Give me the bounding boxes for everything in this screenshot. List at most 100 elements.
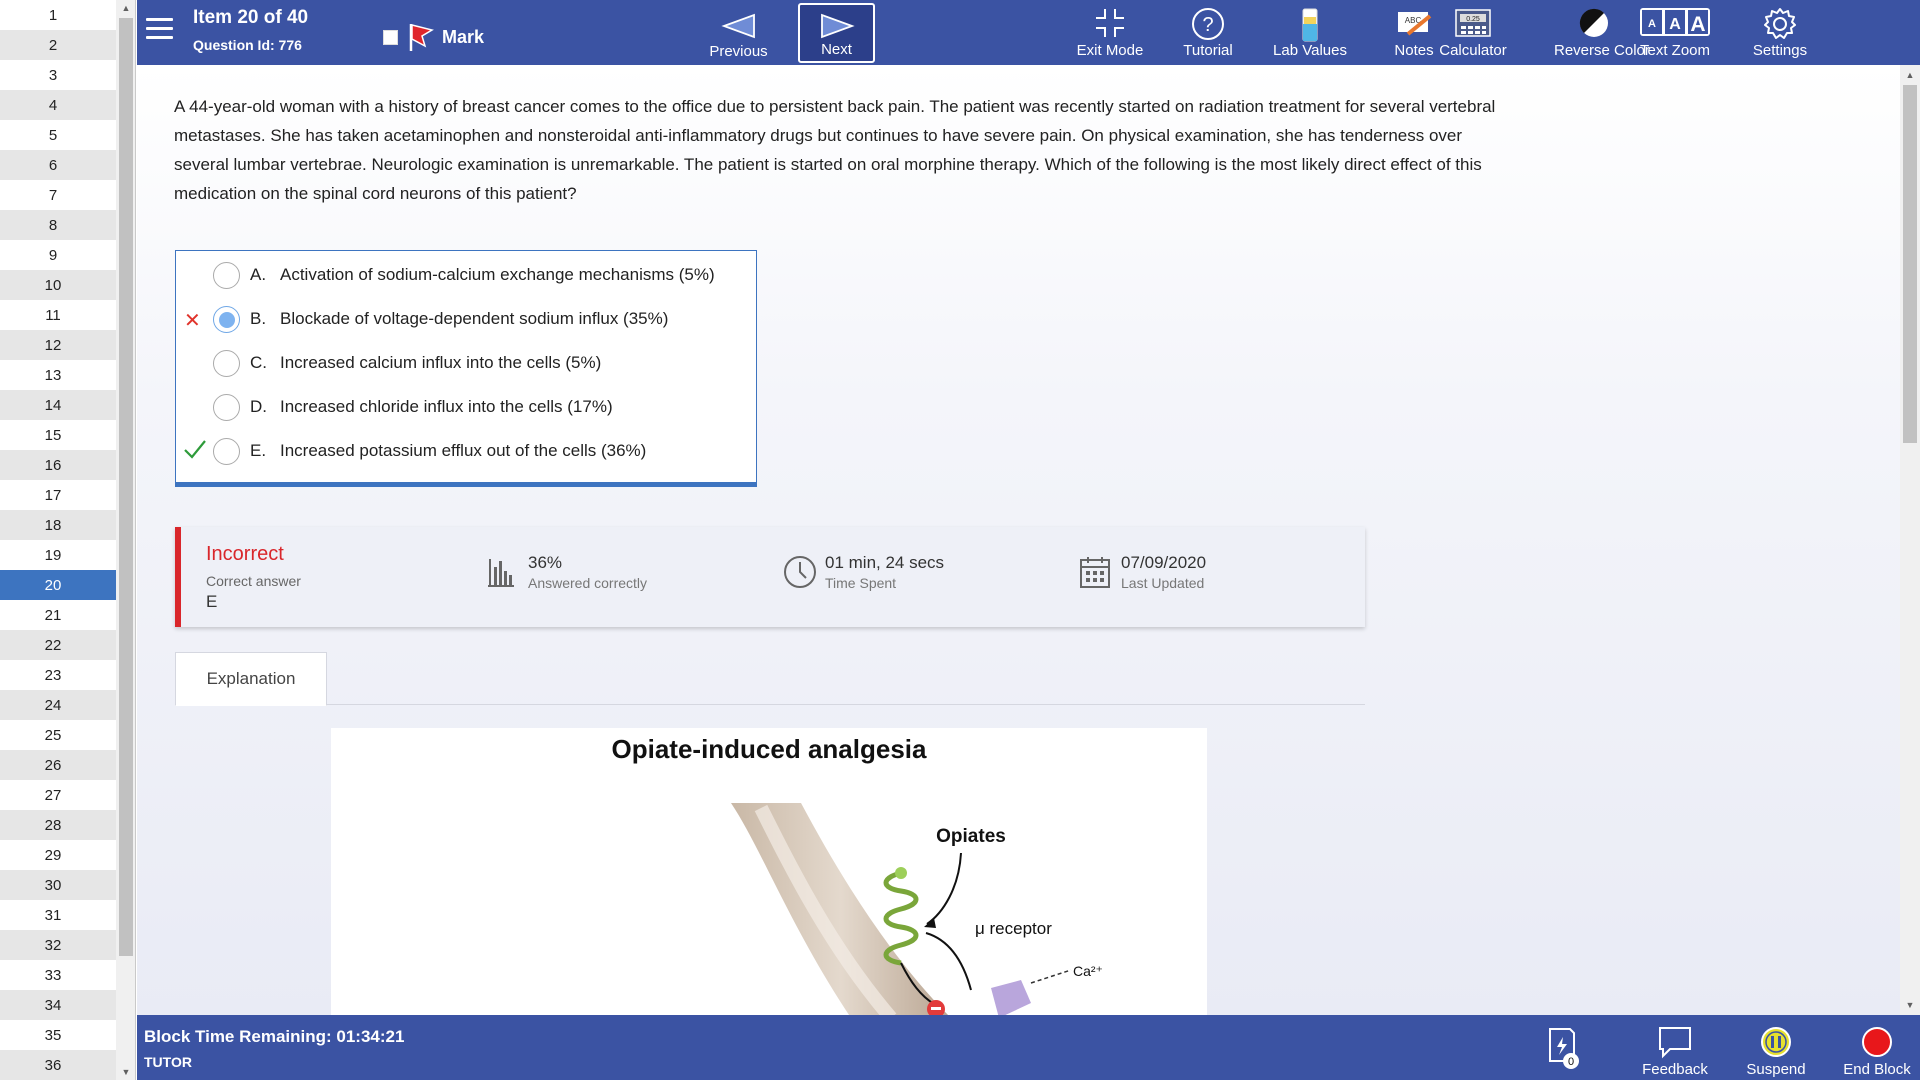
answer-radio[interactable] [213,394,240,421]
question-number-item[interactable]: 32 [0,930,116,960]
help-circle-icon: ? [1192,8,1224,40]
answer-choice[interactable]: E. Increased potassium efflux out of the … [176,428,756,472]
question-number-item[interactable]: 20 [0,570,116,600]
exit-mode-label: Exit Mode [1076,42,1144,59]
question-number-item[interactable]: 34 [0,990,116,1020]
question-number-item[interactable]: 23 [0,660,116,690]
question-number-item[interactable]: 33 [0,960,116,990]
question-number-item[interactable]: 35 [0,1020,116,1050]
question-number-item[interactable]: 11 [0,300,116,330]
next-label: Next [821,41,852,58]
svg-text:A: A [1669,16,1681,33]
lab-values-button[interactable]: Lab Values [1273,4,1347,62]
suspend-button[interactable]: Suspend [1746,1025,1806,1080]
main-scrollbar[interactable]: ▲ ▼ [1900,65,1920,1015]
question-id: Question Id: 776 [193,37,302,53]
opiate-synapse-illustration: Opiates μ receptor Ca²⁺ [731,803,1103,1018]
pause-icon [1761,1027,1791,1057]
question-number-item[interactable]: 31 [0,900,116,930]
question-number-item[interactable]: 26 [0,750,116,780]
question-number-item[interactable]: 4 [0,90,116,120]
answer-radio[interactable] [213,262,240,289]
scroll-down-arrow-icon[interactable]: ▼ [116,1064,136,1080]
mark-toggle[interactable]: Mark [383,22,484,52]
question-number-item[interactable]: 9 [0,240,116,270]
answer-choice[interactable]: A. Activation of sodium-calcium exchange … [176,252,756,296]
question-number-item[interactable]: 36 [0,1050,116,1080]
previous-label: Previous [709,43,768,60]
question-number-item[interactable]: 5 [0,120,116,150]
item-counter: Item 20 of 40 [193,7,309,28]
question-number-item[interactable]: 7 [0,180,116,210]
question-number-item[interactable]: 12 [0,330,116,360]
gear-icon [1764,8,1796,39]
notes-button[interactable]: ABC Notes [1394,4,1434,62]
mode-label: TUTOR [144,1054,192,1070]
incorrect-x-icon: ✕ [184,310,201,332]
question-number-item[interactable]: 17 [0,480,116,510]
feedback-label: Feedback [1642,1061,1708,1078]
triangle-right-icon [821,13,855,39]
question-number-item[interactable]: 22 [0,630,116,660]
sidebar-scrollbar[interactable]: ▲ ▼ [116,0,136,1080]
answer-choice[interactable]: C. Increased calcium influx into the cell… [176,340,756,384]
menu-icon[interactable] [146,18,173,42]
block-time-remaining: Block Time Remaining: 01:34:21 [144,1027,405,1046]
scroll-up-arrow-icon[interactable]: ▲ [116,0,136,16]
question-number-item[interactable]: 2 [0,30,116,60]
label-opiates: Opiates [936,826,1006,847]
settings-button[interactable]: Settings [1753,4,1807,62]
feedback-button[interactable]: Feedback [1642,1025,1708,1080]
exit-mode-button[interactable]: Exit Mode [1077,4,1143,62]
answer-radio[interactable] [213,350,240,377]
question-number-item[interactable]: 10 [0,270,116,300]
question-number-item[interactable]: 21 [0,600,116,630]
answer-letter: C. [250,353,267,372]
tab-explanation[interactable]: Explanation [175,652,327,706]
calculator-button[interactable]: 0.25 Calculator [1439,4,1507,62]
question-number-item[interactable]: 18 [0,510,116,540]
question-number-item[interactable]: 13 [0,360,116,390]
question-number-item[interactable]: 6 [0,150,116,180]
main-scroll-thumb[interactable] [1903,85,1917,443]
question-number-item[interactable]: 30 [0,870,116,900]
flashcard-button[interactable]: 0 [1545,1025,1579,1080]
flag-icon [409,24,434,51]
flask-icon [1302,8,1318,42]
lab-values-label: Lab Values [1273,42,1347,59]
question-number-item[interactable]: 3 [0,60,116,90]
question-number-item[interactable]: 8 [0,210,116,240]
question-number-item[interactable]: 25 [0,720,116,750]
svg-text:0.25: 0.25 [1466,16,1480,23]
end-block-button[interactable]: End Block [1843,1025,1911,1080]
scroll-down-arrow-icon[interactable]: ▼ [1900,997,1920,1013]
question-number-item[interactable]: 19 [0,540,116,570]
answer-radio[interactable] [213,438,240,465]
answer-choice[interactable]: D. Increased chloride influx into the cel… [176,384,756,428]
answer-text: Increased calcium influx into the cells … [280,353,602,372]
question-number-item[interactable]: 1 [0,0,116,30]
scroll-up-arrow-icon[interactable]: ▲ [1900,67,1920,83]
result-summary: Incorrect Correct answer E 36% Answered … [175,527,1365,627]
question-number-item[interactable]: 29 [0,840,116,870]
reverse-color-button[interactable]: Reverse Color [1554,4,1650,62]
answer-radio[interactable] [213,306,240,333]
next-button[interactable]: Next [798,3,875,63]
text-zoom-button[interactable]: A A A Text Zoom [1640,4,1710,62]
mark-checkbox[interactable] [383,29,398,45]
answer-letter: A. [250,265,267,284]
question-number-item[interactable]: 15 [0,420,116,450]
question-number-item[interactable]: 16 [0,450,116,480]
question-number-item[interactable]: 28 [0,810,116,840]
explanation-tabs: Explanation [175,652,1365,706]
sidebar-scroll-thumb[interactable] [119,18,133,956]
question-number-item[interactable]: 27 [0,780,116,810]
previous-button[interactable]: Previous [700,3,777,63]
answer-choice[interactable]: ✕ B. Blockade of voltage-dependent sodium … [176,296,756,340]
question-number-item[interactable]: 24 [0,690,116,720]
end-block-label: End Block [1843,1061,1911,1078]
question-number-item[interactable]: 14 [0,390,116,420]
svg-text:?: ? [1202,14,1213,36]
tutorial-button[interactable]: ? Tutorial [1183,4,1233,62]
text-zoom-icon: A A A [1640,8,1710,36]
